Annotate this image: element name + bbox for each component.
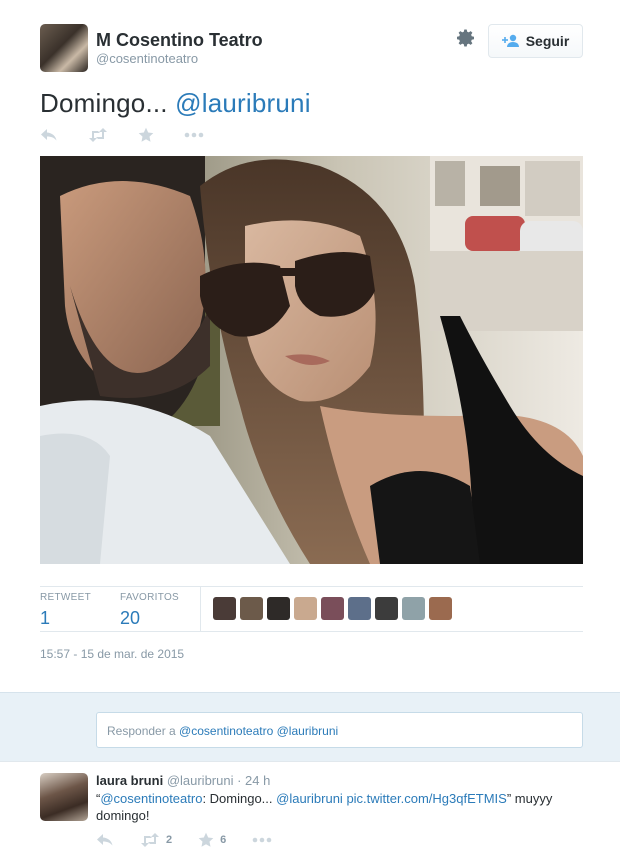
author-name[interactable]: M Cosentino Teatro — [96, 30, 263, 51]
reply-mention-1[interactable]: @cosentinoteatro — [100, 791, 202, 806]
tweet-actions — [40, 125, 204, 145]
favoriter-avatar[interactable] — [402, 597, 425, 620]
reply-tweet: laura bruni @lauribruni · 24 h “@cosenti… — [0, 762, 620, 855]
retweet-action[interactable]: 2 — [140, 833, 172, 847]
reply-mention-2[interactable]: @lauribruni — [276, 791, 343, 806]
reply-input[interactable]: Responder a @cosentinoteatro @lauribruni — [96, 712, 583, 748]
reply-text-1: : Domingo... — [202, 791, 277, 806]
follow-button[interactable]: Seguir — [488, 24, 583, 58]
follow-button-label: Seguir — [525, 33, 570, 49]
reply-author-handle[interactable]: @lauribruni — [167, 773, 234, 788]
tweet-card: M Cosentino Teatro @cosentinoteatro Segu… — [0, 0, 620, 692]
reply-text: “@cosentinoteatro: Domingo... @lauribrun… — [96, 790, 586, 824]
retweet-icon — [140, 833, 160, 847]
star-icon[interactable] — [138, 127, 154, 143]
reply-header: laura bruni @lauribruni · 24 h — [96, 773, 270, 788]
reply-icon[interactable] — [96, 833, 114, 847]
reply-actions: 2 6 — [96, 832, 272, 848]
tweet-timestamp[interactable]: 15:57 - 15 de mar. de 2015 — [40, 647, 184, 661]
favoriter-avatar[interactable] — [267, 597, 290, 620]
author-avatar[interactable] — [40, 24, 88, 72]
tweet-photo[interactable] — [40, 156, 583, 564]
tweet-stats: RETWEET 1 FAVORITOS 20 — [40, 586, 583, 632]
retweet-stat-label: RETWEET — [40, 592, 91, 603]
more-icon[interactable] — [252, 837, 272, 843]
favorite-action[interactable]: 6 — [198, 832, 226, 848]
gear-icon[interactable] — [455, 28, 477, 50]
favorites-stat[interactable]: FAVORITOS 20 — [120, 592, 179, 629]
favoriter-avatar[interactable] — [375, 597, 398, 620]
tweet-mention-link[interactable]: @lauribruni — [175, 88, 311, 118]
reply-icon[interactable] — [40, 128, 58, 142]
retweet-stat-count: 1 — [40, 608, 51, 628]
favoriter-avatar[interactable] — [429, 597, 452, 620]
more-icon[interactable] — [184, 132, 204, 138]
reply-input-prefix: Responder a — [107, 724, 180, 738]
favoriter-avatar[interactable] — [240, 597, 263, 620]
favorites-stat-count: 20 — [120, 608, 141, 628]
favorites-stat-label: FAVORITOS — [120, 592, 180, 603]
reply-time[interactable]: · 24 h — [237, 773, 270, 788]
reply-retweet-count: 2 — [166, 834, 173, 846]
favoriter-avatar[interactable] — [321, 597, 344, 620]
reply-pic-link[interactable]: pic.twitter.com/Hg3qfETMIS — [346, 791, 506, 806]
tweet-text: Domingo... @lauribruni — [40, 88, 311, 119]
favoriter-avatar[interactable] — [294, 597, 317, 620]
reply-input-mentions: @cosentinoteatro @lauribruni — [179, 724, 339, 738]
favoriter-avatars — [213, 597, 452, 620]
favoriter-avatar[interactable] — [348, 597, 371, 620]
reply-author-avatar[interactable] — [40, 773, 88, 821]
stats-divider — [200, 587, 201, 631]
star-icon — [198, 832, 214, 848]
tweet-text-body: Domingo... — [40, 88, 176, 118]
retweet-icon[interactable] — [88, 128, 108, 142]
reply-favorite-count: 6 — [220, 834, 227, 846]
retweet-stat[interactable]: RETWEET 1 — [40, 592, 91, 629]
add-user-icon — [501, 34, 520, 48]
reply-author-name[interactable]: laura bruni — [96, 773, 163, 788]
reply-area: Responder a @cosentinoteatro @lauribruni — [0, 692, 620, 762]
favoriter-avatar[interactable] — [213, 597, 236, 620]
author-handle[interactable]: @cosentinoteatro — [96, 51, 198, 66]
